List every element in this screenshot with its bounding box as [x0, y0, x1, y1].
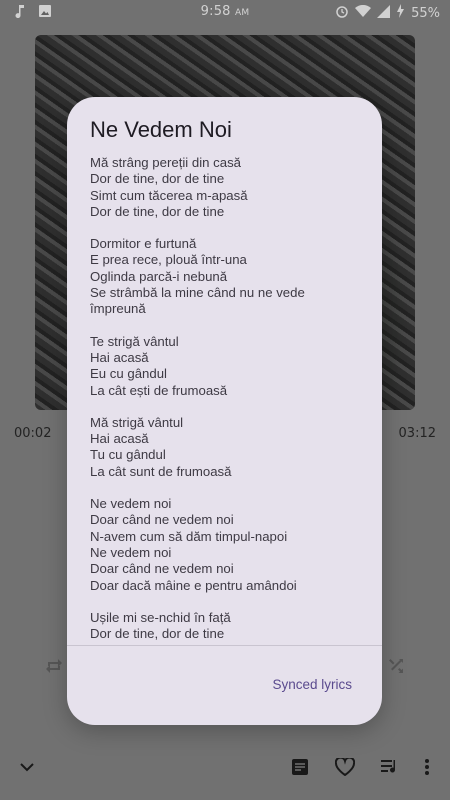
lyric-line: Doar dacă mâine e pentru amândoi	[90, 577, 297, 593]
lyric-line: La cât sunt de frumoasă	[90, 463, 232, 479]
lyric-line: Dor de tine, dor de tine	[90, 171, 225, 187]
lyrics-dialog: Ne Vedem Noi Mă strâng pereții din casă …	[67, 97, 382, 725]
lyric-line: Oglinda parcă-i nebună	[90, 268, 228, 284]
lyric-line: Simt cum tăcerea m-apasă	[90, 187, 248, 203]
lyrics-stanza: Mă strâng pereții din casă Dor de tine, …	[90, 155, 368, 220]
lyric-line: Tu cu gândul	[90, 447, 166, 463]
lyric-line: La cât ești de frumoasă	[90, 382, 228, 398]
lyric-line: Ușile mi se-nchid în față	[90, 609, 231, 625]
lyric-line: Mă strâng pereții din casă	[90, 155, 241, 170]
dialog-divider	[67, 645, 382, 646]
lyric-line: Dor de tine, dor de tine	[90, 626, 225, 642]
lyric-line: E prea rece, plouă într-una	[90, 252, 247, 268]
lyrics-stanza: Te strigă vântul Hai acasă Eu cu gândul …	[90, 334, 368, 399]
lyric-line: N-avem cum să dăm timpul-napoi	[90, 528, 288, 544]
lyrics-stanza: Ne vedem noi Doar când ne vedem noi N-av…	[90, 496, 368, 594]
lyric-line: împreună	[90, 301, 146, 317]
lyric-line: Dormitor e furtună	[90, 236, 197, 252]
lyric-line: Mă strigă vântul	[90, 414, 184, 430]
lyrics-stanza: Dormitor e furtună E prea rece, plouă în…	[90, 236, 368, 317]
lyric-line: Doar când ne vedem noi	[90, 561, 234, 577]
lyric-line: Te strigă vântul	[90, 333, 179, 349]
dialog-title: Ne Vedem Noi	[90, 117, 232, 142]
lyrics-stanza: Mă strigă vântul Hai acasă Tu cu gândul …	[90, 415, 368, 480]
lyric-line: Dor de tine, dor de tine	[90, 203, 225, 219]
lyric-line: Ne vedem noi	[90, 496, 172, 512]
lyric-line: Ne vedem noi	[90, 544, 172, 560]
lyrics-stanza: Ușile mi se-nchid în față Dor de tine, d…	[90, 610, 368, 643]
lyric-line: Doar când ne vedem noi	[90, 512, 234, 528]
synced-lyrics-button[interactable]: Synced lyrics	[272, 677, 352, 692]
lyric-line: Hai acasă	[90, 349, 149, 365]
lyric-line: Se strâmbă la mine când nu ne vede	[90, 285, 305, 301]
lyric-line: Eu cu gândul	[90, 366, 167, 382]
lyrics-text[interactable]: Mă strâng pereții din casă Dor de tine, …	[90, 155, 368, 645]
lyric-line: Hai acasă	[90, 431, 149, 447]
